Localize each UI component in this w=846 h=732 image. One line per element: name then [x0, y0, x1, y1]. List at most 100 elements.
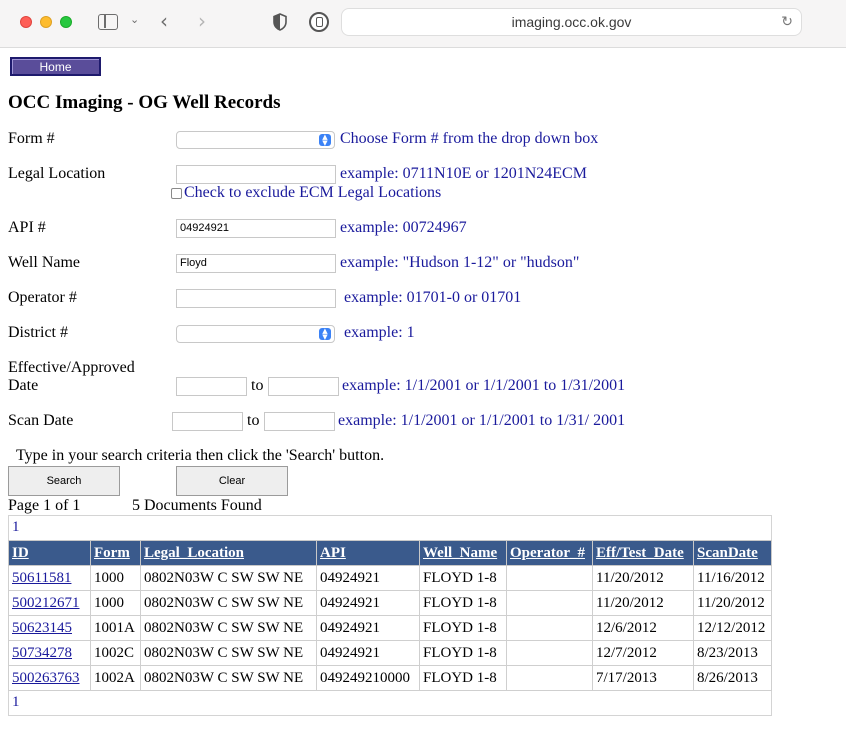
table-row: 500212671 1000 0802N03W C SW SW NE 04924921…: [8, 590, 772, 616]
table-row: 50734278 1002C 0802N03W C SW SW NE 04924921…: [8, 640, 772, 666]
cell-operator: [506, 590, 593, 616]
cell-api: 049249210000: [316, 665, 420, 691]
cell-scan-date: 8/26/2013: [693, 665, 772, 691]
scan-date-label: Scan Date: [8, 412, 74, 429]
column-header-operator[interactable]: Operator_#: [506, 540, 593, 566]
legal-location-label: Legal Location: [8, 165, 106, 182]
legal-location-hint: example: 0711N10E or 1201N24ECM: [340, 165, 587, 182]
operator-input[interactable]: [176, 289, 336, 308]
reload-icon[interactable]: ↻: [781, 9, 793, 36]
well-name-input[interactable]: Floyd: [176, 254, 336, 273]
browser-toolbar: ⌄ ‹ › imaging.occ.ok.gov ↻: [0, 0, 846, 48]
cell-operator: [506, 565, 593, 591]
column-header-legal-location[interactable]: Legal_Location: [140, 540, 317, 566]
page-info: Page 1 of 1: [8, 497, 81, 514]
cell-operator: [506, 665, 593, 691]
forward-icon[interactable]: ›: [198, 9, 206, 33]
sidebar-icon[interactable]: [98, 14, 118, 30]
api-label: API #: [8, 219, 46, 236]
cell-form: 1000: [90, 590, 141, 616]
cell-id-link[interactable]: 50611581: [8, 565, 91, 591]
cell-eff-test-date: 7/17/2013: [592, 665, 694, 691]
cell-eff-test-date: 11/20/2012: [592, 565, 694, 591]
home-button[interactable]: Home: [10, 57, 101, 76]
cell-operator: [506, 615, 593, 641]
exclude-ecm-label[interactable]: Check to exclude ECM Legal Locations: [184, 184, 441, 202]
well-name-hint: example: "Hudson 1-12" or "hudson": [340, 254, 580, 271]
cell-api: 04924921: [316, 565, 420, 591]
cell-legal-location: 0802N03W C SW SW NE: [140, 665, 317, 691]
effective-date-to-input[interactable]: [268, 377, 339, 396]
cell-id-link[interactable]: 500212671: [8, 590, 91, 616]
district-hint: example: 1: [344, 324, 415, 341]
select-arrow-icon: ▲ ▼: [319, 328, 331, 341]
well-name-label: Well Name: [8, 254, 81, 271]
cell-eff-test-date: 12/7/2012: [592, 640, 694, 666]
scan-date-to-label: to: [247, 412, 260, 429]
form-number-label: Form #: [8, 130, 55, 147]
cell-id-link[interactable]: 500263763: [8, 665, 91, 691]
results-table: ID Form Legal_Location API Well_Name Ope…: [8, 540, 772, 691]
column-header-scan-date[interactable]: ScanDate: [693, 540, 772, 566]
search-button[interactable]: Search: [8, 466, 120, 496]
cell-api: 04924921: [316, 615, 420, 641]
column-header-form[interactable]: Form: [90, 540, 141, 566]
scan-date-to-input[interactable]: [264, 412, 335, 431]
effective-date-from-input[interactable]: [176, 377, 247, 396]
instructions-text: Type in your search criteria then click …: [16, 447, 385, 464]
cell-legal-location: 0802N03W C SW SW NE: [140, 565, 317, 591]
cell-form: 1002A: [90, 665, 141, 691]
cell-well-name: FLOYD 1-8: [419, 640, 507, 666]
table-row: 50611581 1000 0802N03W C SW SW NE 04924921 F…: [8, 565, 772, 591]
address-bar[interactable]: imaging.occ.ok.gov ↻: [341, 8, 802, 36]
pager-top-link[interactable]: 1: [12, 519, 20, 536]
cell-id-link[interactable]: 50623145: [8, 615, 91, 641]
cell-well-name: FLOYD 1-8: [419, 565, 507, 591]
shield-icon[interactable]: [272, 13, 288, 31]
cell-operator: [506, 640, 593, 666]
cell-scan-date: 8/23/2013: [693, 640, 772, 666]
cell-well-name: FLOYD 1-8: [419, 665, 507, 691]
cell-id-link[interactable]: 50734278: [8, 640, 91, 666]
column-header-api[interactable]: API: [316, 540, 420, 566]
cell-scan-date: 11/20/2012: [693, 590, 772, 616]
district-select[interactable]: ▲ ▼: [176, 325, 335, 343]
form-number-select[interactable]: ▲ ▼: [176, 131, 335, 149]
column-header-id[interactable]: ID: [8, 540, 91, 566]
effective-date-to-label: to: [251, 377, 264, 394]
scan-date-from-input[interactable]: [172, 412, 243, 431]
page-title: OCC Imaging - OG Well Records: [8, 92, 281, 113]
cell-form: 1000: [90, 565, 141, 591]
cell-scan-date: 11/16/2012: [693, 565, 772, 591]
column-header-well-name[interactable]: Well_Name: [419, 540, 507, 566]
close-window-button[interactable]: [20, 16, 32, 28]
exclude-ecm-checkbox[interactable]: [171, 188, 182, 199]
table-row: 500263763 1002A 0802N03W C SW SW NE 0492492…: [8, 665, 772, 691]
api-input[interactable]: 04924921: [176, 219, 336, 238]
scan-date-hint: example: 1/1/2001 or 1/1/2001 to 1/31/ 2…: [338, 412, 626, 429]
documents-found: 5 Documents Found: [132, 497, 262, 514]
url-text: imaging.occ.ok.gov: [511, 14, 632, 30]
cell-eff-test-date: 11/20/2012: [592, 590, 694, 616]
chevron-down-icon[interactable]: ⌄: [130, 13, 139, 26]
header-row: ID Form Legal_Location API Well_Name Ope…: [8, 540, 772, 566]
table-row: 50623145 1001A 0802N03W C SW SW NE 04924921…: [8, 615, 772, 641]
district-label: District #: [8, 324, 68, 341]
api-hint: example: 00724967: [340, 219, 467, 236]
effective-date-label-line1: Effective/Approved: [8, 359, 135, 376]
legal-location-input[interactable]: [176, 165, 336, 184]
cell-legal-location: 0802N03W C SW SW NE: [140, 640, 317, 666]
cell-scan-date: 12/12/2012: [693, 615, 772, 641]
back-icon[interactable]: ‹: [160, 9, 168, 33]
pager-bottom-link[interactable]: 1: [12, 694, 20, 711]
column-header-eff-test-date[interactable]: Eff/Test_Date: [592, 540, 694, 566]
privacy-report-icon[interactable]: [309, 12, 329, 32]
cell-well-name: FLOYD 1-8: [419, 615, 507, 641]
form-number-hint: Choose Form # from the drop down box: [340, 130, 599, 147]
zoom-window-button[interactable]: [60, 16, 72, 28]
cell-eff-test-date: 12/6/2012: [592, 615, 694, 641]
cell-api: 04924921: [316, 640, 420, 666]
minimize-window-button[interactable]: [40, 16, 52, 28]
clear-button[interactable]: Clear: [176, 466, 288, 496]
select-arrow-icon: ▲ ▼: [319, 134, 331, 147]
